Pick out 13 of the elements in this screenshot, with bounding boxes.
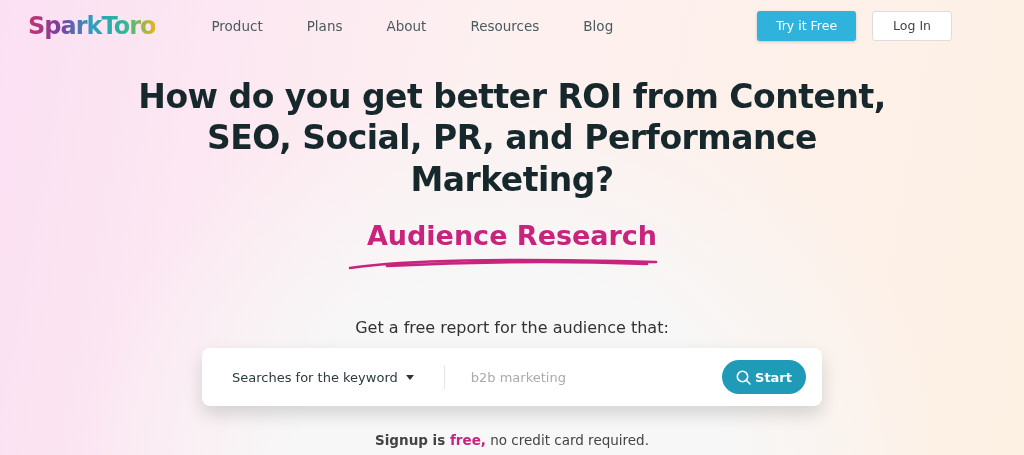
nav-link[interactable]: Resources [470, 15, 540, 37]
caret-icon [405, 374, 414, 380]
search-icon [736, 369, 751, 385]
nav-link[interactable]: About [386, 15, 427, 37]
nav-link[interactable]: Plans [306, 15, 343, 37]
log-in-button[interactable]: Log In [872, 10, 952, 42]
signup-note: Signup is free, no credit card required. [375, 431, 649, 451]
headline: How do you get better ROI from Content, SEO, Social, PR, and Performance Marketing? [137, 76, 887, 200]
nav-link[interactable]: Product [211, 15, 263, 37]
highlight-text: Audience Research [365, 218, 659, 253]
nav-link[interactable]: Blog [583, 15, 614, 37]
prompt-text: Get a free report for the audience that: [355, 317, 669, 340]
mode-dropdown[interactable]: Searches for the keyword [226, 366, 420, 388]
